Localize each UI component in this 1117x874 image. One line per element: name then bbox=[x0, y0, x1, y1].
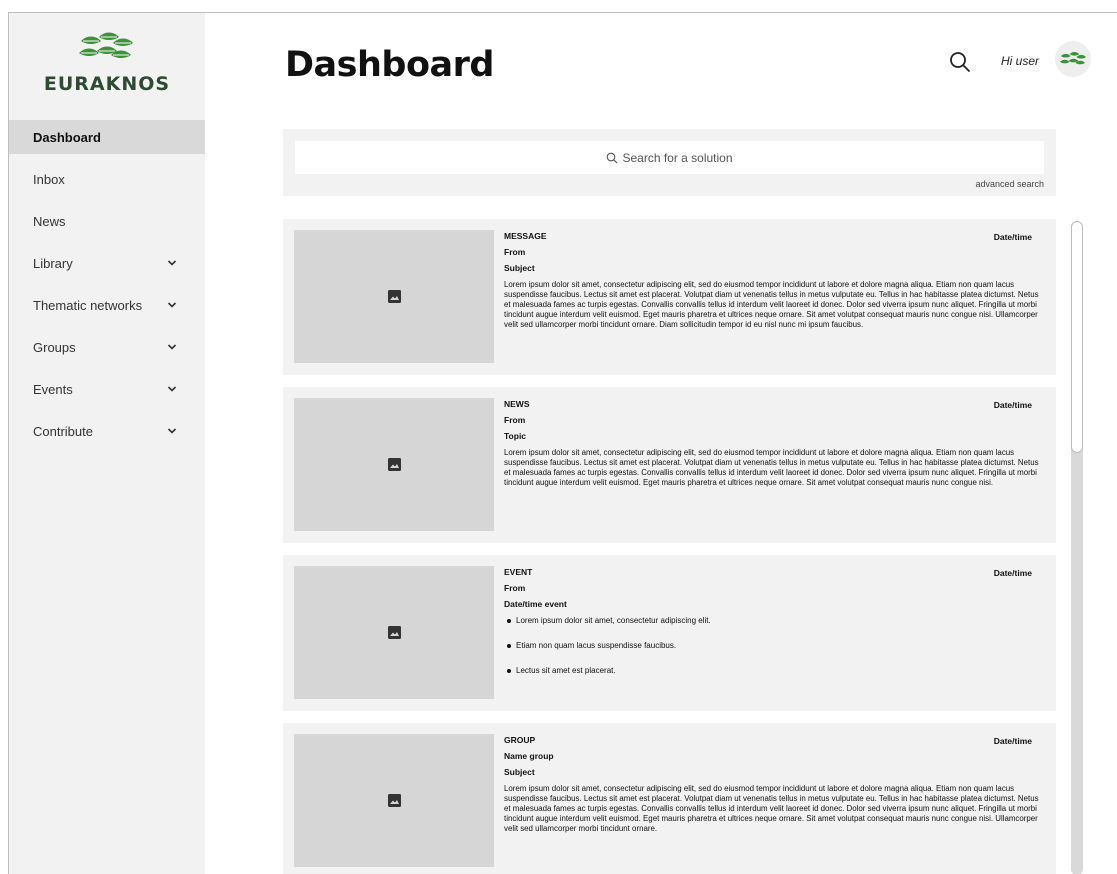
card-body: MESSAGE From Subject Lorem ipsum dolor s… bbox=[504, 231, 1044, 331]
card-body: EVENT From Date/time event Lorem ipsum d… bbox=[504, 567, 1044, 691]
sidebar-item-label: Library bbox=[33, 255, 73, 271]
sidebar-item-contribute[interactable]: Contribute bbox=[9, 414, 205, 448]
card-date: Date/time bbox=[993, 568, 1032, 578]
card-type: GROUP bbox=[504, 735, 536, 745]
sidebar-item-label: Groups bbox=[33, 339, 76, 355]
activity-feed: MESSAGE From Subject Lorem ipsum dolor s… bbox=[283, 219, 1056, 874]
card-type: NEWS bbox=[504, 399, 530, 409]
sidebar-item-thematic-networks[interactable]: Thematic networks bbox=[9, 288, 205, 322]
feed-card-message[interactable]: MESSAGE From Subject Lorem ipsum dolor s… bbox=[283, 219, 1056, 375]
sidebar-item-events[interactable]: Events bbox=[9, 372, 205, 406]
chevron-down-icon[interactable] bbox=[167, 258, 177, 268]
card-date: Date/time bbox=[993, 400, 1032, 410]
search-icon bbox=[607, 152, 618, 163]
sidebar-item-inbox[interactable]: Inbox bbox=[9, 162, 205, 196]
scrollbar-thumb[interactable] bbox=[1071, 221, 1083, 453]
sidebar-item-label: News bbox=[33, 213, 66, 229]
card-text: Lorem ipsum dolor sit amet, consectetur … bbox=[504, 279, 1039, 330]
sidebar: EURAKNOS Dashboard Inbox News Library Th… bbox=[9, 13, 205, 874]
card-body: NEWS From Topic Lorem ipsum dolor sit am… bbox=[504, 399, 1044, 488]
sidebar-item-label: Dashboard bbox=[33, 129, 101, 145]
chevron-down-icon[interactable] bbox=[167, 342, 177, 352]
chevron-down-icon[interactable] bbox=[167, 426, 177, 436]
card-event-datetime: Date/time event bbox=[504, 599, 567, 610]
card-from: From bbox=[504, 415, 526, 426]
image-icon bbox=[387, 290, 401, 303]
user-greeting: Hi user bbox=[1001, 54, 1040, 68]
sidebar-item-library[interactable]: Library bbox=[9, 246, 205, 280]
card-bullet-list: Lorem ipsum dolor sit amet, consectetur … bbox=[504, 616, 1044, 691]
image-placeholder bbox=[294, 566, 494, 699]
feed-card-event[interactable]: EVENT From Date/time event Lorem ipsum d… bbox=[283, 555, 1056, 711]
chevron-down-icon[interactable] bbox=[167, 300, 177, 310]
image-placeholder bbox=[294, 230, 494, 363]
sidebar-item-label: Thematic networks bbox=[33, 297, 143, 313]
card-from: From bbox=[504, 583, 526, 594]
image-icon bbox=[387, 626, 401, 639]
card-group-name: Name group bbox=[504, 751, 554, 762]
image-icon bbox=[387, 794, 401, 807]
card-subject: Subject bbox=[504, 263, 535, 274]
search-panel: Search for a solution advanced search bbox=[283, 129, 1056, 196]
page-title: Dashboard bbox=[285, 45, 494, 85]
search-input[interactable]: Search for a solution bbox=[295, 141, 1044, 174]
feed-card-group[interactable]: GROUP Name group Subject Lorem ipsum dol… bbox=[283, 723, 1056, 874]
search-icon[interactable] bbox=[949, 51, 971, 73]
sidebar-item-label: Inbox bbox=[33, 171, 65, 187]
feed-card-news[interactable]: NEWS From Topic Lorem ipsum dolor sit am… bbox=[283, 387, 1056, 543]
advanced-search-link[interactable]: advanced search bbox=[975, 179, 1044, 189]
sidebar-nav: Dashboard Inbox News Library Thematic ne… bbox=[9, 120, 205, 456]
sidebar-item-label: Events bbox=[33, 381, 73, 397]
card-type: MESSAGE bbox=[504, 231, 547, 241]
app-frame: EURAKNOS Dashboard Inbox News Library Th… bbox=[8, 12, 1117, 874]
avatar[interactable] bbox=[1055, 41, 1091, 77]
card-from: From bbox=[504, 247, 526, 258]
image-placeholder bbox=[294, 398, 494, 531]
list-item: Lectus sit amet est placerat. bbox=[504, 666, 1044, 691]
card-date: Date/time bbox=[993, 736, 1032, 746]
card-body: GROUP Name group Subject Lorem ipsum dol… bbox=[504, 735, 1044, 835]
list-item: Lorem ipsum dolor sit amet, consectetur … bbox=[504, 616, 1044, 641]
search-placeholder: Search for a solution bbox=[622, 150, 733, 165]
leaf-logo-icon bbox=[1059, 52, 1087, 65]
card-type: EVENT bbox=[504, 567, 533, 577]
card-subject: Subject bbox=[504, 767, 535, 778]
sidebar-item-dashboard[interactable]: Dashboard bbox=[9, 120, 205, 154]
sidebar-item-news[interactable]: News bbox=[9, 204, 205, 238]
sidebar-item-groups[interactable]: Groups bbox=[9, 330, 205, 364]
list-item: Etiam non quam lacus suspendisse faucibu… bbox=[504, 641, 1044, 666]
leaf-logo-icon bbox=[79, 32, 133, 58]
card-text: Lorem ipsum dolor sit amet, consectetur … bbox=[504, 783, 1039, 834]
brand-name: EURAKNOS bbox=[43, 73, 171, 95]
card-text: Lorem ipsum dolor sit amet, consectetur … bbox=[504, 447, 1039, 488]
brand-logo[interactable]: EURAKNOS bbox=[9, 13, 205, 117]
image-icon bbox=[387, 458, 401, 471]
card-topic: Topic bbox=[504, 431, 527, 442]
chevron-down-icon[interactable] bbox=[167, 384, 177, 394]
image-placeholder bbox=[294, 734, 494, 867]
sidebar-item-label: Contribute bbox=[33, 423, 93, 439]
card-date: Date/time bbox=[993, 232, 1032, 242]
